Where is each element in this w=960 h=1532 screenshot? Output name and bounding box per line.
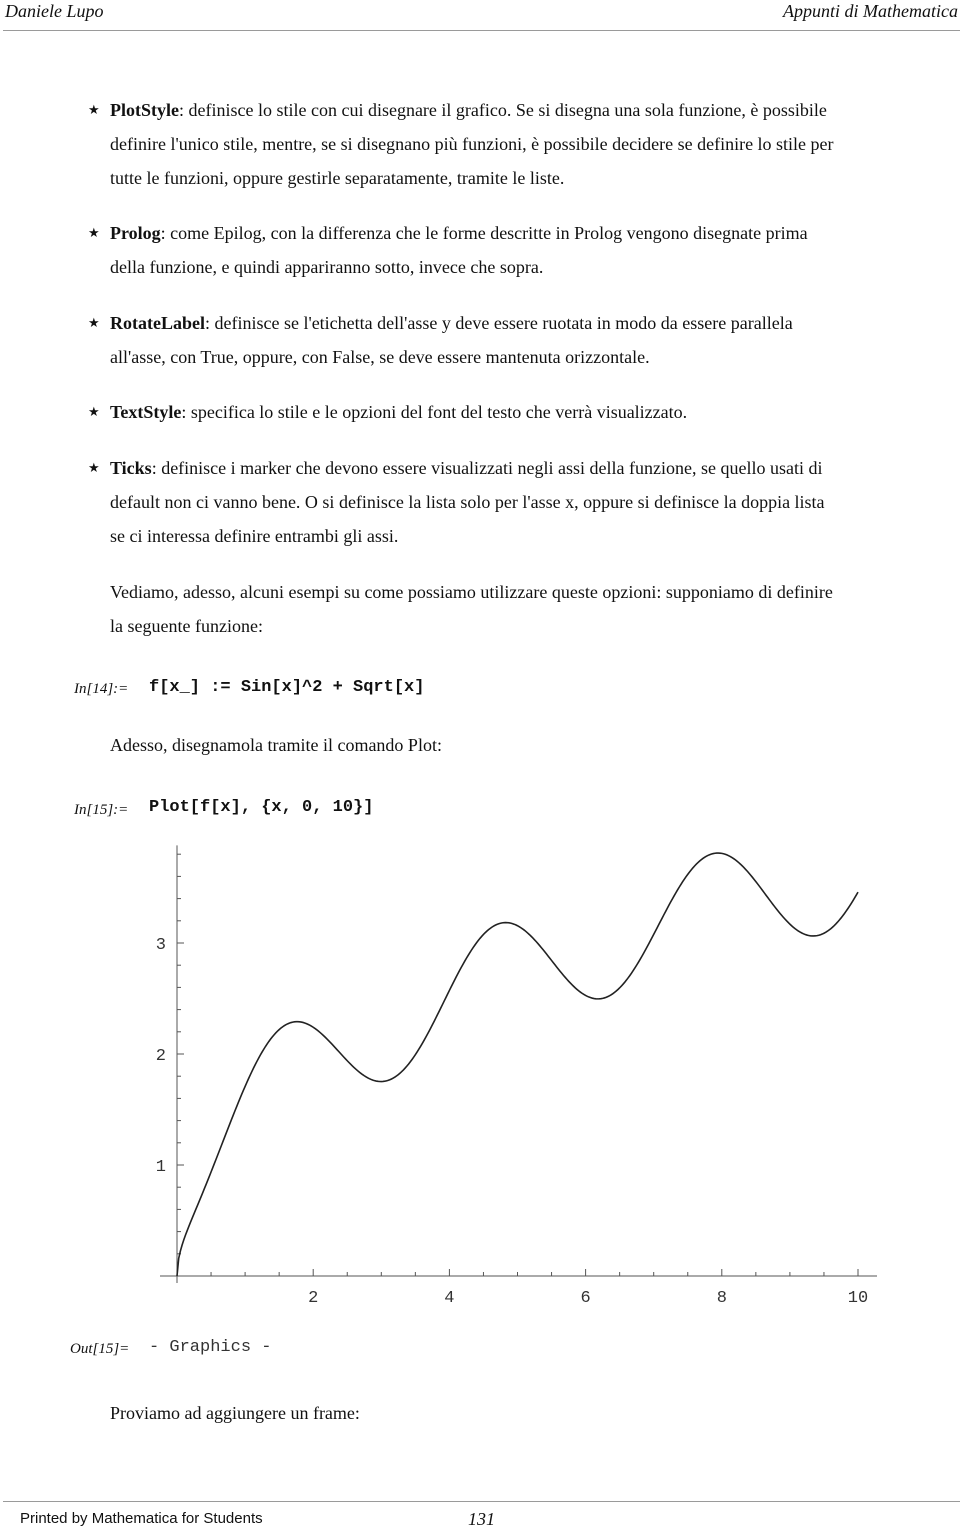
function-plot: 2 4 6 8 10123 (156, 845, 877, 1308)
option-term: Prolog (110, 223, 161, 243)
y-tick-label: 1 (156, 1158, 166, 1177)
text-line: : come Epilog, con la differenza che le … (160, 223, 808, 243)
option-term: TextStyle (110, 402, 182, 422)
input-code-14[interactable]: f[x_] := Sin[x]^2 + Sqrt[x] (149, 678, 424, 698)
output-label-15: Out[15]= (70, 1341, 130, 1357)
text-line: della funzione, e quindi appariranno sot… (110, 257, 544, 277)
bullet-ticks-text: Ticks: definisce i marker che devono ess… (110, 451, 912, 553)
text-line: Vediamo, adesso, alcuni esempi su come p… (110, 582, 833, 602)
bullet-plotstyle-text: PlotStyle: definisce lo stile con cui di… (110, 93, 912, 195)
text-line: la seguente funzione: (110, 616, 263, 636)
x-tick-label: 4 (444, 1289, 454, 1308)
text-line: definire l'unico stile, mentre, se si di… (110, 134, 834, 154)
footer-printed-by: Printed by Mathematica for Students (20, 1510, 263, 1527)
input-label-15: In[15]:= (74, 802, 129, 818)
option-term: Ticks (110, 458, 152, 478)
intro-paragraph: Vediamo, adesso, alcuni esempi su come p… (110, 575, 912, 643)
input-label-14: In[14]:= (74, 681, 129, 697)
header-title: Appunti di Mathematica (783, 1, 958, 21)
text-line: : definisce se l'etichetta dell'asse y d… (204, 313, 793, 333)
star-bullet-icon: ★ (88, 225, 100, 240)
plot-ticks (177, 853, 859, 1276)
plot-intro-text: Adesso, disegnamola tramite il comando P… (110, 735, 442, 755)
option-term: PlotStyle (110, 100, 179, 120)
bullet-rotatelabel-text: RotateLabel: definisce se l'etichetta de… (110, 306, 912, 374)
header-author: Daniele Lupo (5, 1, 104, 21)
series-line-f (176, 852, 859, 1277)
plot-tick-labels: 2 4 6 8 10123 (156, 936, 868, 1308)
text-line: all'asse, con True, oppure, con False, s… (110, 347, 650, 367)
bullet-prolog-text: Prolog: come Epilog, con la differenza c… (110, 216, 912, 284)
text-line: : definisce lo stile con cui disegnare i… (179, 100, 827, 120)
text-line: se ci interessa definire entrambi gli as… (110, 526, 399, 546)
y-tick-label: 3 (156, 936, 166, 955)
header-divider (3, 30, 960, 31)
star-bullet-icon: ★ (88, 404, 100, 419)
text-line: default non ci vanno bene. O si definisc… (110, 492, 825, 512)
bullet-textstyle-text: TextStyle: specifica lo stile e le opzio… (110, 395, 912, 429)
option-term: RotateLabel (110, 313, 205, 333)
page-number: 131 (468, 1509, 495, 1529)
text-line: : definisce i marker che devono essere v… (151, 458, 823, 478)
plot-axes (160, 845, 877, 1283)
x-tick-label: 10 (848, 1289, 868, 1308)
output-value-15: - Graphics - (149, 1338, 272, 1357)
x-tick-label: 6 (580, 1289, 590, 1308)
frame-intro-text: Proviamo ad aggiungere un frame: (110, 1403, 360, 1423)
x-tick-label: 2 (308, 1289, 318, 1308)
x-tick-label: 8 (717, 1289, 727, 1308)
star-bullet-icon: ★ (88, 460, 100, 475)
star-bullet-icon: ★ (88, 315, 100, 330)
text-line: tutte le funzioni, oppure gestirle separ… (110, 168, 565, 188)
star-bullet-icon: ★ (88, 102, 100, 117)
text-line: : specifica lo stile e le opzioni del fo… (181, 402, 688, 422)
y-tick-label: 2 (156, 1047, 166, 1066)
input-code-15[interactable]: Plot[f[x], {x, 0, 10}] (149, 798, 373, 818)
footer-divider (3, 1501, 960, 1502)
